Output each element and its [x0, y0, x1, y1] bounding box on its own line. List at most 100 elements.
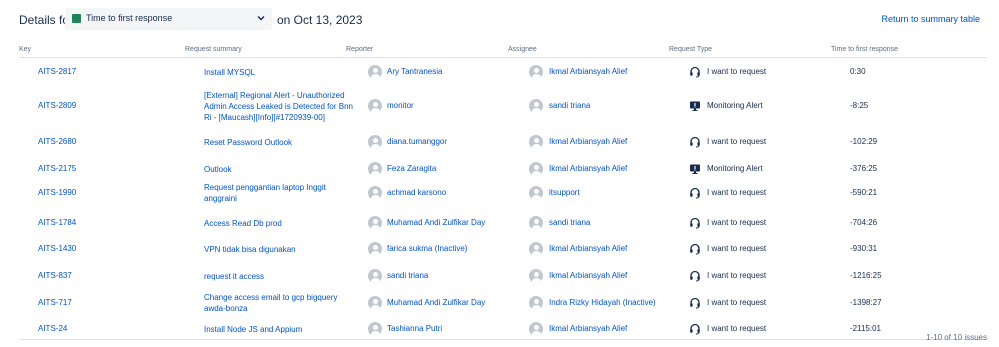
assignee-name[interactable]: Ikmal Arbiansyah Alief: [549, 270, 627, 281]
request-type-label: I want to request: [707, 67, 767, 76]
time-to-first-response: -1398:27: [850, 298, 882, 307]
headset-icon: [690, 187, 700, 199]
assignee-avatar: [529, 65, 543, 79]
issue-key-link[interactable]: AITS-2175: [38, 163, 76, 174]
assignee-avatar: [529, 216, 543, 230]
request-type-label: I want to request: [707, 298, 767, 307]
time-to-first-response: -930:31: [850, 244, 878, 253]
metric-select[interactable]: Time to first response: [65, 8, 272, 30]
time-to-first-response: -590:21: [850, 188, 878, 197]
assignee-name[interactable]: sandi triana: [549, 100, 590, 111]
issue-key-link[interactable]: AITS-24: [38, 323, 67, 334]
assignee-avatar: [529, 99, 543, 113]
metric-color-swatch: [72, 14, 81, 23]
assignee-name[interactable]: Ikmal Arbiansyah Alief: [549, 136, 627, 147]
reporter-avatar: [368, 322, 382, 336]
request-type-label: I want to request: [707, 188, 767, 197]
assignee-name[interactable]: itsupport: [549, 187, 580, 198]
metric-select-value: Time to first response: [86, 13, 173, 23]
headset-icon: [690, 217, 700, 229]
assignee-name[interactable]: Ikmal Arbiansyah Alief: [549, 163, 627, 174]
assignee-avatar: [529, 269, 543, 283]
issue-key-link[interactable]: AITS-1990: [38, 187, 76, 198]
reporter-avatar: [368, 242, 382, 256]
monitor-alert-icon: [690, 164, 700, 174]
reporter-name[interactable]: sandi triana: [387, 270, 428, 281]
reporter-name[interactable]: diana.tumanggor: [387, 136, 447, 147]
issue-key-link[interactable]: AITS-1430: [38, 243, 76, 254]
request-type-label: Monitoring Alert: [707, 101, 763, 110]
headset-icon: [690, 270, 700, 282]
issue-key-link[interactable]: AITS-837: [38, 270, 72, 281]
request-summary-link[interactable]: Install Node JS and Appium: [204, 324, 359, 335]
column-header-key: Key: [19, 46, 32, 53]
request-summary-link[interactable]: VPN tidak bisa digunakan: [204, 244, 359, 255]
headset-icon: [690, 297, 700, 309]
monitor-alert-icon: [690, 101, 700, 111]
assignee-name[interactable]: sandi triana: [549, 217, 590, 228]
reporter-name[interactable]: Tashianna Putri: [387, 323, 442, 334]
column-header-summary: Request summary: [185, 46, 242, 53]
assignee-avatar: [529, 296, 543, 310]
assignee-name[interactable]: Ikmal Arbiansyah Alief: [549, 66, 627, 77]
request-summary-link[interactable]: Outlook: [204, 164, 359, 175]
issue-key-link[interactable]: AITS-2817: [38, 66, 76, 77]
assignee-name[interactable]: Indra Rizky Hidayah (Inactive): [549, 297, 656, 308]
reporter-avatar: [368, 216, 382, 230]
issue-key-link[interactable]: AITS-717: [38, 297, 72, 308]
request-summary-link[interactable]: Change access email to gcp bigquery awda…: [204, 292, 359, 314]
reporter-avatar: [368, 296, 382, 310]
request-summary-link[interactable]: request it access: [204, 271, 359, 282]
reporter-avatar: [368, 186, 382, 200]
reporter-name[interactable]: Feza Zaragita: [387, 163, 436, 174]
request-summary-link[interactable]: Install MYSQL: [204, 67, 359, 78]
assignee-avatar: [529, 162, 543, 176]
table-bottom-divider: [19, 339, 987, 340]
return-to-summary-link[interactable]: Return to summary table: [881, 14, 980, 24]
request-summary-link[interactable]: Reset Password Outlook: [204, 137, 359, 148]
time-to-first-response: 0:30: [850, 67, 866, 76]
date-label: on Oct 13, 2023: [277, 13, 363, 27]
time-to-first-response: -1216:25: [850, 271, 882, 280]
reporter-avatar: [368, 65, 382, 79]
reporter-name[interactable]: monitor: [387, 100, 414, 111]
reporter-name[interactable]: Muhamad Andi Zulfikar Day: [387, 297, 485, 308]
request-type-label: I want to request: [707, 137, 767, 146]
assignee-avatar: [529, 186, 543, 200]
request-summary-link[interactable]: Access Read Db prod: [204, 218, 359, 229]
headset-icon: [690, 66, 700, 78]
issue-key-link[interactable]: AITS-2809: [38, 100, 76, 111]
reporter-name[interactable]: Ary Tantranesia: [387, 66, 442, 77]
time-to-first-response: -8:25: [850, 101, 869, 110]
request-summary-link[interactable]: Request penggantian laptop Inggit anggra…: [204, 182, 359, 204]
reporter-avatar: [368, 269, 382, 283]
reporter-name[interactable]: Muhamad Andi Zulfikar Day: [387, 217, 485, 228]
reporter-name[interactable]: achmad karsono: [387, 187, 446, 198]
time-to-first-response: -704:26: [850, 218, 878, 227]
request-type-label: Monitoring Alert: [707, 164, 763, 173]
pagination-count: 1-10 of 10 issues: [926, 333, 987, 342]
reporter-name[interactable]: farica sukma (Inactive): [387, 243, 467, 254]
time-to-first-response: -102:29: [850, 137, 878, 146]
chevron-down-icon: [257, 16, 265, 21]
assignee-name[interactable]: Ikmal Arbiansyah Alief: [549, 323, 627, 334]
time-to-first-response: -376:25: [850, 164, 878, 173]
request-summary-link[interactable]: [External] Regional Alert - Unauthorized…: [204, 90, 359, 123]
time-to-first-response: -2115:01: [850, 324, 881, 333]
assignee-avatar: [529, 242, 543, 256]
header-divider: [19, 57, 987, 58]
assignee-name[interactable]: Ikmal Arbiansyah Alief: [549, 243, 627, 254]
reporter-avatar: [368, 162, 382, 176]
request-type-label: I want to request: [707, 271, 767, 280]
column-header-assignee: Assignee: [508, 46, 537, 53]
headset-icon: [690, 323, 700, 335]
request-type-label: I want to request: [707, 324, 767, 333]
reporter-avatar: [368, 99, 382, 113]
column-header-time: Time to first response: [831, 46, 899, 53]
issue-key-link[interactable]: AITS-1784: [38, 217, 76, 228]
column-header-reporter: Reporter: [346, 46, 374, 53]
assignee-avatar: [529, 135, 543, 149]
headset-icon: [690, 243, 700, 255]
issue-key-link[interactable]: AITS-2680: [38, 136, 76, 147]
column-header-request-type: Request Type: [669, 46, 713, 53]
